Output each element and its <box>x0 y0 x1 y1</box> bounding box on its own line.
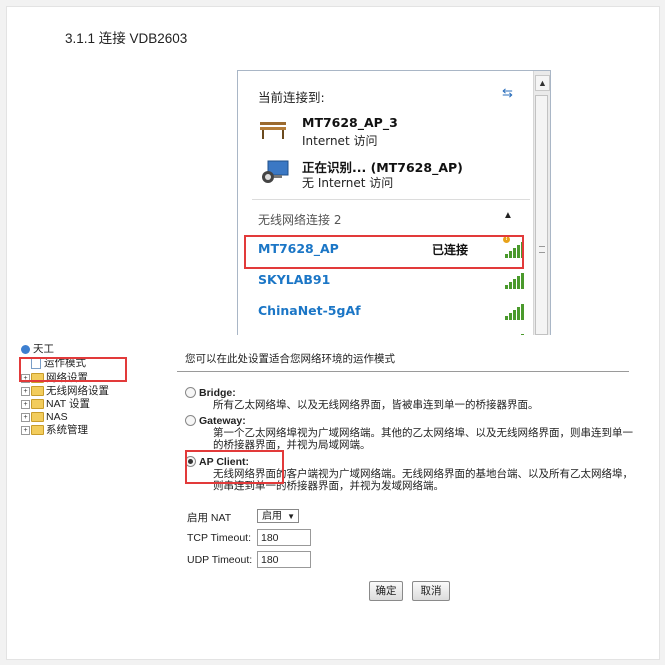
tree-item-wireless[interactable]: + 无线网络设置 <box>21 385 109 398</box>
wifi-signal-icon <box>505 332 525 335</box>
wifi-network-item[interactable]: ChinaNet-5gAf <box>256 297 528 325</box>
section-heading: 3.1.1 连接 VDB2603 <box>65 31 188 46</box>
wifi-name: SKYLAB91 <box>258 272 331 287</box>
tcp-timeout-label: TCP Timeout: <box>187 532 251 544</box>
expand-icon[interactable]: + <box>21 399 30 409</box>
wifi-network-item[interactable]: SKYLAB91 <box>256 266 528 294</box>
gateway-description: 第一个乙太网络埠视为广域网络端。其他的乙太网络埠、以及无线网络界面，则串连到单一… <box>213 427 633 451</box>
wifi-network-popup: 当前连接到: ⇆ MT7628_AP_3 Internet 访问 正在识别...… <box>237 70 551 335</box>
tree-item-label: NAT 设置 <box>46 398 90 410</box>
folder-icon <box>31 412 44 423</box>
udp-timeout-input[interactable]: 180 <box>257 551 311 568</box>
dropdown-arrow-icon: ▼ <box>287 512 295 521</box>
connection-status: Internet 访问 <box>302 134 378 148</box>
tree-item-label: NAS <box>46 411 68 423</box>
tree-item-nat[interactable]: + NAT 设置 <box>21 398 90 411</box>
document-page: 3.1.1 连接 VDB2603 当前连接到: ⇆ MT7628_AP_3 In… <box>6 6 660 660</box>
scroll-up-icon[interactable]: ▲ <box>535 75 550 91</box>
tree-root-label: 天工 <box>33 343 54 355</box>
form-intro: 您可以在此处设置适合您网络环境的运作模式 <box>185 353 395 365</box>
expand-icon[interactable]: + <box>21 412 30 422</box>
folder-icon <box>31 386 44 397</box>
scrollbar-thumb[interactable] <box>535 95 548 335</box>
bench-network-icon <box>260 122 286 139</box>
bridge-radio[interactable] <box>185 387 196 398</box>
tree-item-label: 无线网络设置 <box>46 385 109 397</box>
expand-icon[interactable]: + <box>21 425 30 435</box>
tree-root[interactable]: 天工 <box>21 343 54 356</box>
wireless-section-title: 无线网络连接 2 <box>258 213 342 227</box>
connection-name: MT7628_AP_3 <box>302 115 398 130</box>
wifi-signal-icon <box>505 302 525 320</box>
wifi-name: ChinaNet-5gAf <box>258 303 361 318</box>
chevron-up-icon[interactable]: ▲ <box>503 210 513 221</box>
wifi-network-item-partial[interactable] <box>256 327 528 335</box>
divider <box>177 371 629 372</box>
expand-icon[interactable]: + <box>21 386 30 396</box>
refresh-icon[interactable]: ⇆ <box>502 85 513 101</box>
nat-label: 启用 NAT <box>187 512 232 524</box>
wifi-signal-icon <box>505 271 525 289</box>
highlight-box <box>244 235 524 269</box>
gateway-label: Gateway: <box>199 415 246 427</box>
divider <box>252 199 530 200</box>
tree-item-nas[interactable]: + NAS <box>21 411 68 424</box>
folder-icon <box>31 425 44 436</box>
nat-select-value: 启用 <box>262 511 282 522</box>
udp-timeout-label: UDP Timeout: <box>187 554 253 566</box>
nat-select[interactable]: 启用 ▼ <box>257 509 299 523</box>
gateway-radio[interactable] <box>185 415 196 426</box>
bridge-description: 所有乙太网络埠、以及无线网络界面，皆被串连到单一的桥接器界面。 <box>213 399 539 411</box>
bridge-label: Bridge: <box>199 387 236 399</box>
tree-item-label: 系统管理 <box>46 424 88 436</box>
popup-scrollbar[interactable]: ▲ <box>533 71 550 335</box>
popup-title: 当前连接到: <box>258 90 325 105</box>
ok-button[interactable]: 确定 <box>369 581 403 601</box>
cancel-button[interactable]: 取消 <box>412 581 450 601</box>
connection-status: 无 Internet 访问 <box>302 176 394 190</box>
folder-icon <box>31 399 44 410</box>
highlight-box <box>185 450 284 484</box>
tcp-timeout-input[interactable]: 180 <box>257 529 311 546</box>
tree-item-system[interactable]: + 系统管理 <box>21 424 88 437</box>
highlight-box <box>19 357 127 382</box>
globe-icon <box>21 344 30 354</box>
monitor-network-icon <box>262 160 289 183</box>
